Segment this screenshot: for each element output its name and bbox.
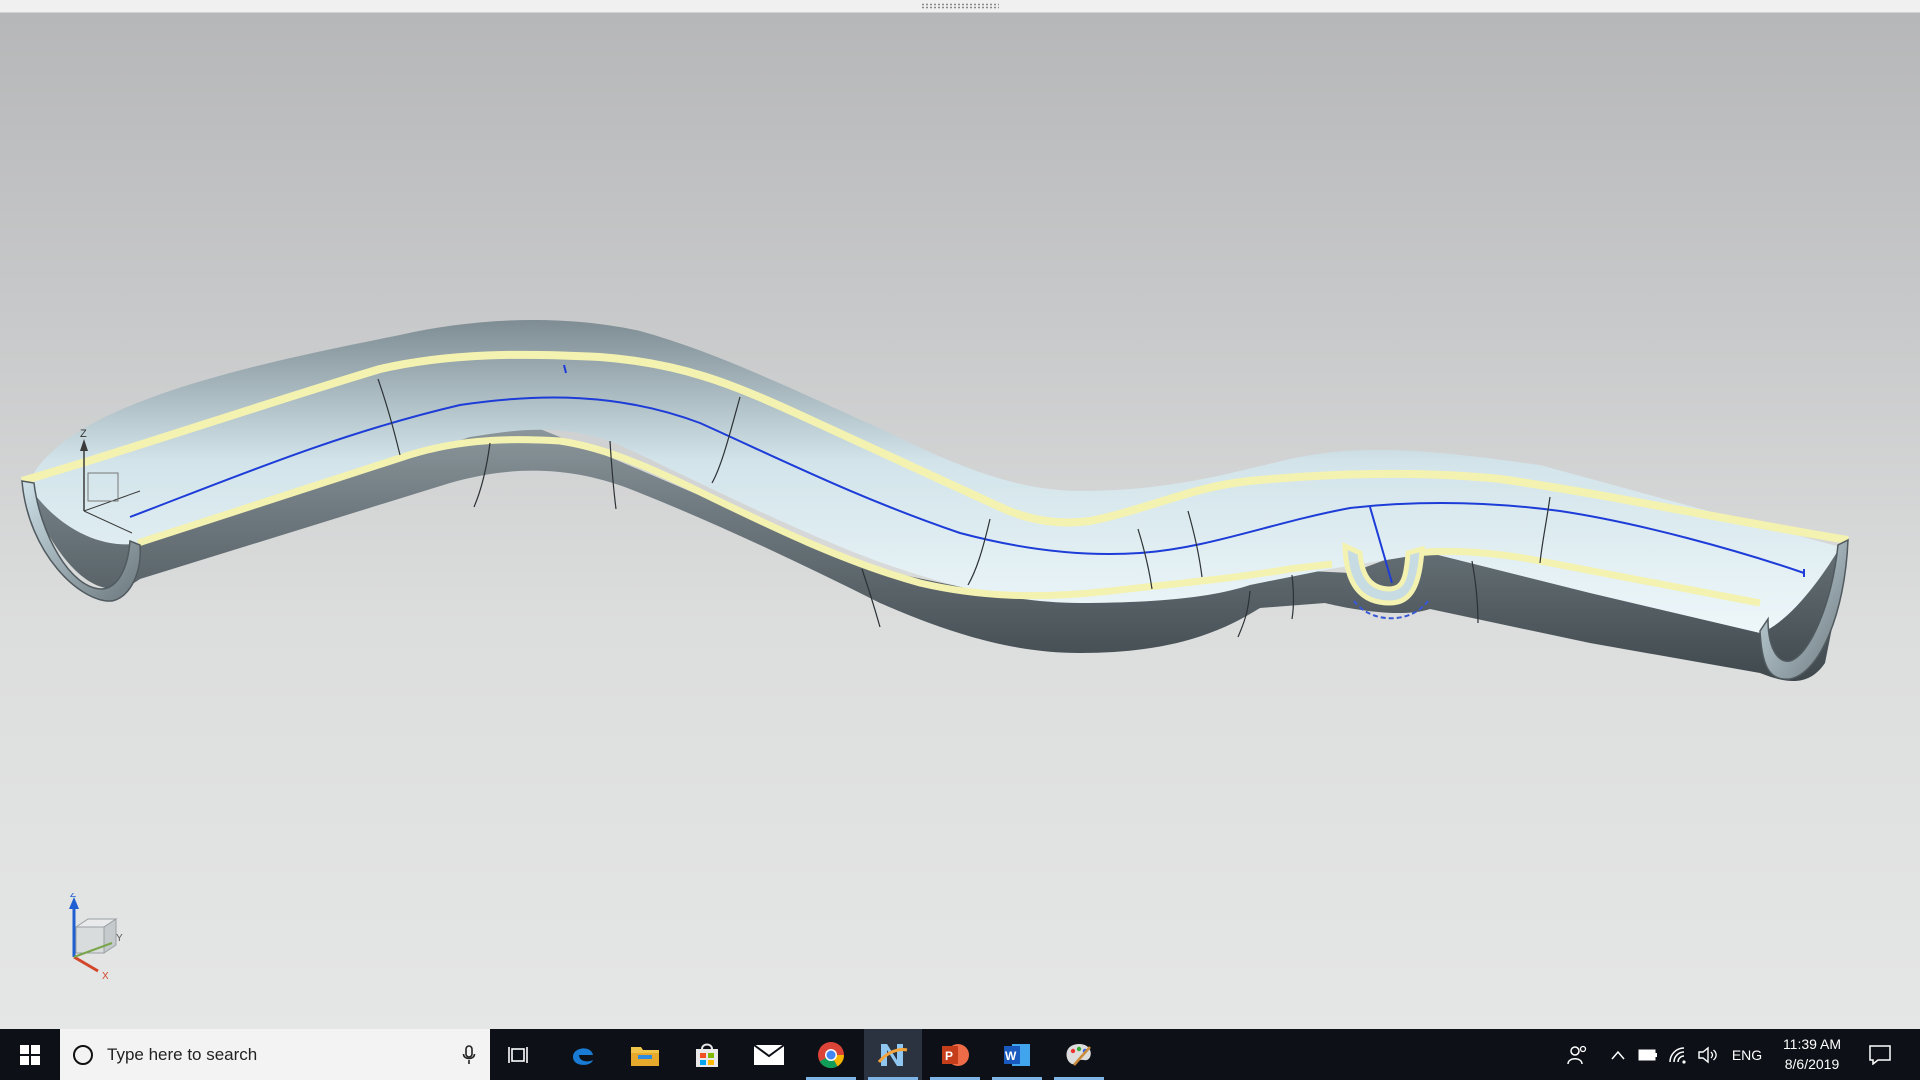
wcs-z-label: Z xyxy=(80,428,87,440)
show-hidden-icons-button[interactable] xyxy=(1604,1029,1632,1080)
microphone-icon[interactable] xyxy=(462,1044,476,1065)
chrome-button[interactable] xyxy=(802,1029,860,1080)
clock-date: 8/6/2019 xyxy=(1784,1056,1840,1072)
battery-icon xyxy=(1638,1049,1657,1060)
nx-cad-button[interactable] xyxy=(864,1029,922,1080)
clock[interactable]: 11:39 AM 8/6/2019 xyxy=(1770,1034,1854,1074)
edge-button[interactable] xyxy=(554,1029,612,1080)
folder-icon xyxy=(631,1046,659,1066)
mail-button[interactable] xyxy=(740,1029,798,1080)
search-placeholder: Type here to search xyxy=(107,1044,258,1064)
task-view-icon xyxy=(508,1046,528,1063)
language-indicator: ENG xyxy=(1731,1046,1763,1063)
word-icon: W xyxy=(1004,1043,1030,1066)
nx-cad-icon xyxy=(877,1043,908,1066)
people-icon xyxy=(1567,1045,1587,1064)
network-button[interactable] xyxy=(1664,1029,1692,1080)
input-language-button[interactable]: ENG xyxy=(1726,1029,1768,1080)
powerpoint-icon: P xyxy=(942,1043,969,1066)
clock-time: 11:39 AM xyxy=(1782,1036,1842,1052)
notification-icon xyxy=(1869,1044,1891,1065)
paint-palette-icon xyxy=(1066,1043,1091,1066)
3d-model-view: Z xyxy=(20,319,1849,682)
task-view-button[interactable] xyxy=(490,1029,548,1080)
speaker-icon xyxy=(1698,1046,1717,1063)
windows-logo-icon xyxy=(20,1044,40,1065)
resize-grip[interactable] xyxy=(921,3,999,9)
store-button[interactable] xyxy=(678,1029,736,1080)
action-center-button[interactable] xyxy=(1862,1029,1898,1080)
windows-taskbar: Type here to search P W ENG 11:39 AM 8/6… xyxy=(0,1029,1920,1080)
view-triad[interactable]: Z X Y xyxy=(60,893,130,993)
svg-text:P: P xyxy=(945,1049,953,1063)
triad-y-label: Y xyxy=(116,933,123,944)
paint-button[interactable] xyxy=(1050,1029,1108,1080)
volume-button[interactable] xyxy=(1694,1029,1722,1080)
edge-icon xyxy=(573,1047,593,1065)
store-bag-icon xyxy=(696,1043,718,1067)
wifi-icon xyxy=(1669,1046,1686,1064)
start-button[interactable] xyxy=(0,1029,60,1080)
top-resize-strip xyxy=(0,0,1920,13)
triad-z-label: Z xyxy=(70,893,76,900)
file-explorer-button[interactable] xyxy=(616,1029,674,1080)
battery-button[interactable] xyxy=(1634,1029,1662,1080)
word-button[interactable]: W xyxy=(988,1029,1046,1080)
graphics-viewport[interactable]: Z Z X Y xyxy=(0,13,1920,1029)
taskbar-search-box[interactable]: Type here to search xyxy=(60,1029,490,1080)
people-button[interactable] xyxy=(1560,1029,1596,1080)
powerpoint-button[interactable]: P xyxy=(926,1029,984,1080)
mail-envelope-icon xyxy=(753,1043,785,1065)
chevron-up-icon xyxy=(1611,1050,1625,1059)
triad-x-label: X xyxy=(102,971,109,982)
svg-text:W: W xyxy=(1005,1049,1017,1063)
chrome-icon xyxy=(818,1041,845,1068)
cortana-icon xyxy=(73,1044,93,1065)
